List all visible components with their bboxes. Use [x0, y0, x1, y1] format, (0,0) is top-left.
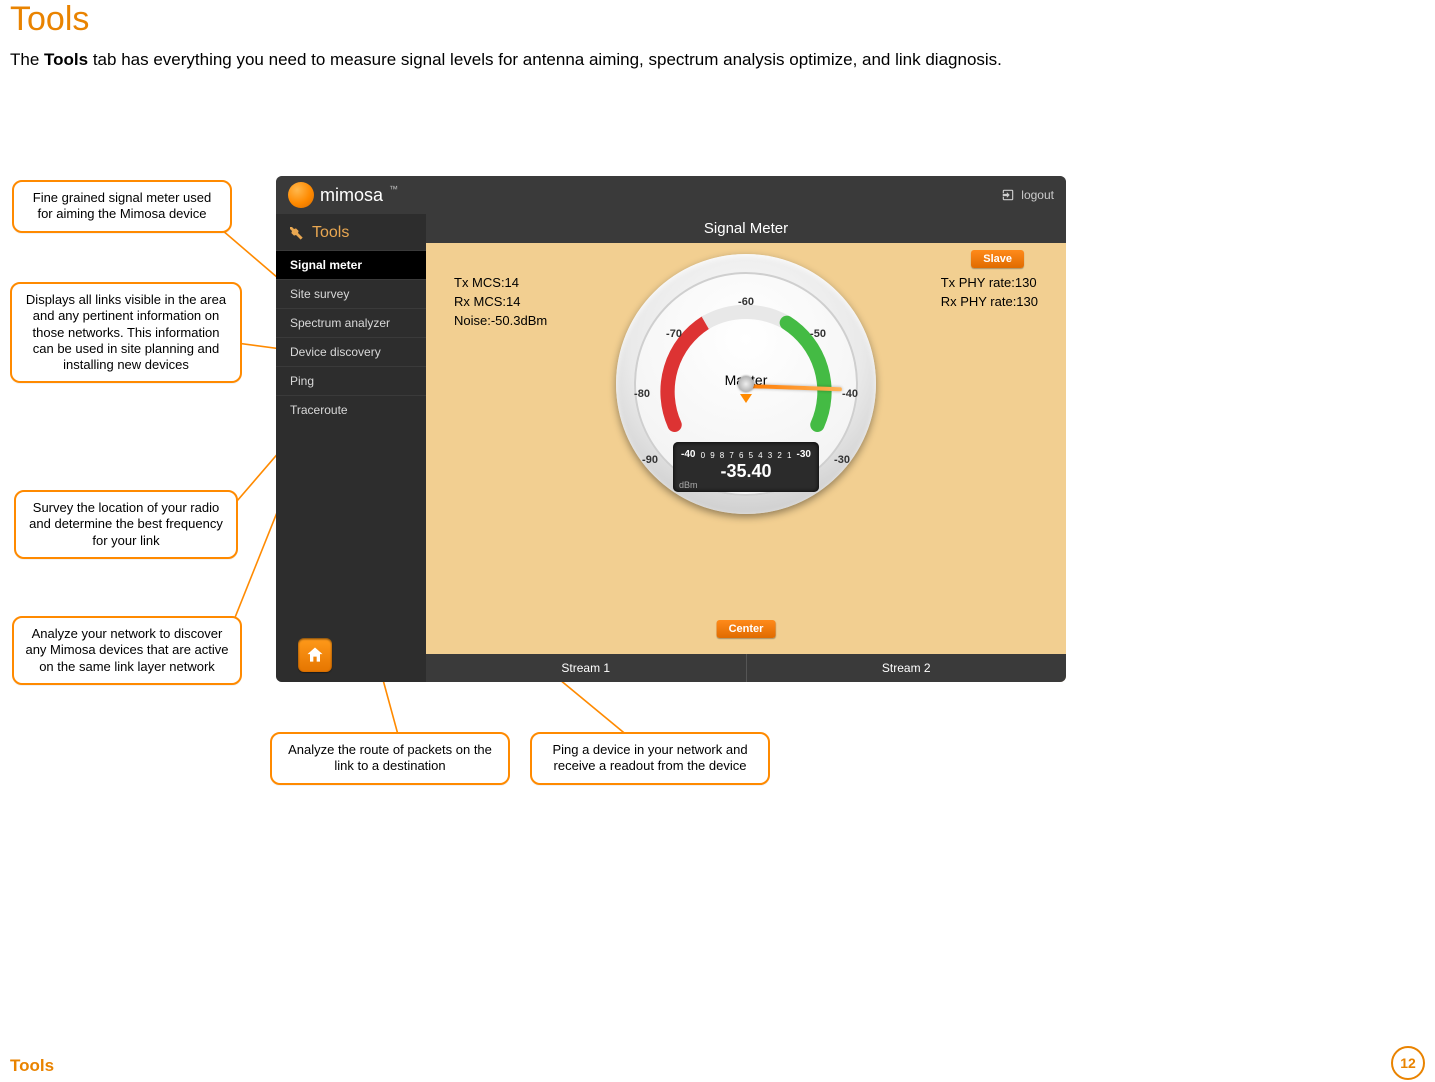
page-intro: The Tools tab has everything you need to…	[10, 50, 1002, 70]
brand-tm-icon: ™	[389, 184, 398, 194]
sm0: 0	[701, 451, 705, 460]
sidebar-title: Tools	[276, 214, 426, 250]
stream-bar: Stream 1 Stream 2	[426, 654, 1066, 682]
sidebar-item-device-discovery[interactable]: Device discovery	[276, 337, 426, 366]
brand-logo-icon	[288, 182, 314, 208]
callout-discovery: Analyze your network to discover any Mim…	[12, 616, 242, 685]
stats-left: Tx MCS:14 Rx MCS:14 Noise:-50.3dBm	[454, 274, 547, 331]
center-button[interactable]: Center	[717, 620, 776, 638]
app-screenshot: mimosa ™ logout Tools Signal meter Site …	[276, 176, 1066, 682]
gauge-hub	[738, 376, 754, 392]
stream-2[interactable]: Stream 2	[747, 654, 1067, 682]
page-title: Tools	[10, 0, 89, 39]
scale-right: -30	[797, 449, 811, 460]
brand: mimosa ™	[288, 182, 398, 208]
callout-spectrum: Survey the location of your radio and de…	[14, 490, 238, 559]
callout-site-survey: Displays all links visible in the area a…	[10, 282, 242, 383]
footer-section: Tools	[10, 1056, 54, 1076]
tick-60: -60	[616, 296, 876, 308]
noise: Noise:-50.3dBm	[454, 312, 547, 331]
sm6: 4	[758, 451, 762, 460]
tools-icon	[288, 225, 304, 241]
logout-label: logout	[1021, 188, 1054, 202]
callout-ping: Ping a device in your network and receiv…	[530, 732, 770, 785]
sm4: 6	[739, 451, 743, 460]
intro-prefix: The	[10, 50, 44, 69]
gauge-value: -35.40	[679, 461, 813, 482]
sidebar: Tools Signal meter Site survey Spectrum …	[276, 214, 426, 682]
sidebar-item-signal-meter[interactable]: Signal meter	[276, 250, 426, 279]
sm3: 7	[729, 451, 733, 460]
panel-title: Signal Meter	[426, 214, 1066, 243]
sm2: 8	[720, 451, 724, 460]
main-panel: Signal Meter Tx MCS:14 Rx MCS:14 Noise:-…	[426, 214, 1066, 682]
sm8: 2	[777, 451, 781, 460]
home-icon	[305, 645, 325, 665]
stream-1[interactable]: Stream 1	[426, 654, 747, 682]
slave-tag[interactable]: Slave	[971, 250, 1024, 268]
stats-right: Tx PHY rate:130 Rx PHY rate:130	[941, 274, 1038, 312]
sm5: 5	[749, 451, 753, 460]
tick-40: -40	[720, 388, 980, 400]
sidebar-item-site-survey[interactable]: Site survey	[276, 279, 426, 308]
tick-50: -50	[688, 328, 948, 340]
sidebar-item-spectrum-analyzer[interactable]: Spectrum analyzer	[276, 308, 426, 337]
tx-phy: Tx PHY rate:130	[941, 274, 1038, 293]
gauge-readout: -40 0 9 8 7 6 5 4 3 2 1 -30	[673, 442, 819, 492]
sidebar-item-traceroute[interactable]: Traceroute	[276, 395, 426, 424]
brand-name: mimosa	[320, 185, 383, 206]
sidebar-item-ping[interactable]: Ping	[276, 366, 426, 395]
sm7: 3	[768, 451, 772, 460]
intro-suffix: tab has everything you need to measure s…	[88, 50, 1002, 69]
rx-mcs: Rx MCS:14	[454, 293, 547, 312]
rx-phy: Rx PHY rate:130	[941, 293, 1038, 312]
sidebar-title-label: Tools	[312, 224, 349, 242]
logout-icon	[1001, 188, 1015, 202]
gauge-marker-icon	[740, 394, 752, 403]
intro-bold: Tools	[44, 50, 88, 69]
signal-gauge: -90 -80 -70 -60 -50 -40 -30 Master -40 0	[616, 254, 876, 514]
callout-signal-meter: Fine grained signal meter used for aimin…	[12, 180, 232, 233]
home-button[interactable]	[298, 638, 332, 672]
callout-traceroute: Analyze the route of packets on the link…	[270, 732, 510, 785]
sm9: 1	[787, 451, 791, 460]
logout-button[interactable]: logout	[1001, 188, 1054, 202]
scale-left: -40	[681, 449, 695, 460]
page-number-badge: 12	[1391, 1046, 1425, 1080]
sm1: 9	[710, 451, 714, 460]
tx-mcs: Tx MCS:14	[454, 274, 547, 293]
